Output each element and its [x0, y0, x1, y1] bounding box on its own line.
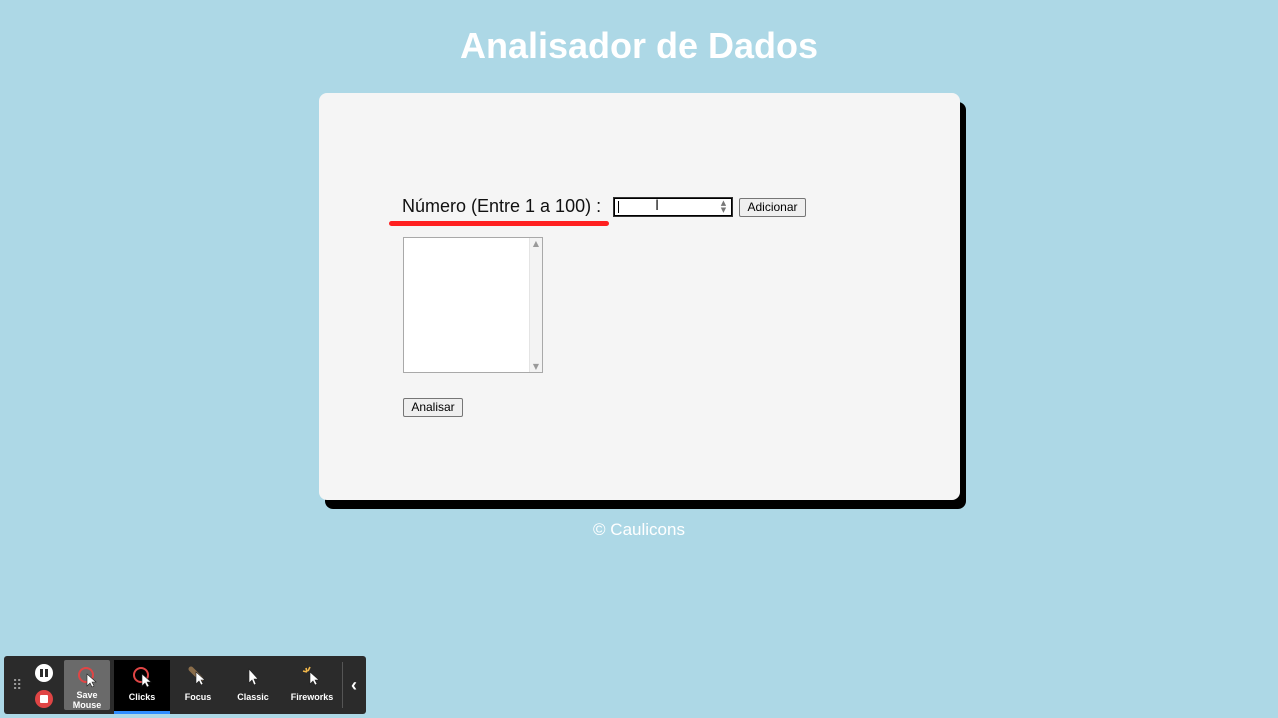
listbox-scrollbar[interactable]: ▲ ▼ [529, 238, 542, 372]
stop-icon[interactable] [35, 690, 53, 708]
chevron-left-icon[interactable]: ‹ [346, 672, 362, 698]
tool-classic[interactable]: Classic [226, 660, 280, 714]
label-underline-annotation [389, 221, 609, 226]
drag-handle-icon[interactable]: ⠿ [12, 676, 24, 694]
ibeam-cursor-icon: I [655, 198, 660, 214]
tool-label: Classic [237, 692, 269, 702]
arrow-cursor-icon [248, 668, 259, 686]
click-ring-icon [133, 667, 152, 688]
scroll-down-icon[interactable]: ▼ [530, 362, 542, 371]
spotlight-cursor-icon [188, 666, 206, 686]
tool-save-mouse[interactable]: Save Mouse [64, 660, 110, 710]
scroll-up-icon[interactable]: ▲ [530, 239, 542, 248]
sparkle-cursor-icon [302, 666, 320, 686]
number-input[interactable]: I ▲ ▼ [613, 197, 733, 217]
number-label: Número (Entre 1 a 100) : [402, 196, 602, 216]
footer-copyright: © Caulicons [593, 520, 685, 539]
tool-label: Focus [184, 692, 212, 702]
pause-icon[interactable] [35, 664, 53, 682]
analyzer-card: Número (Entre 1 a 100) : I ▲ ▼ Adicionar … [319, 93, 960, 500]
values-listbox[interactable]: ▲ ▼ [403, 237, 543, 373]
number-spinner[interactable]: ▲ ▼ [719, 200, 728, 214]
add-button[interactable]: Adicionar [739, 198, 806, 217]
cursor-ring-icon [78, 667, 97, 688]
page-title: Analisador de Dados [459, 25, 819, 66]
tool-clicks[interactable]: Clicks [114, 660, 170, 714]
toolbar-divider [342, 662, 343, 708]
tool-label: Save Mouse [72, 690, 102, 710]
tool-focus[interactable]: Focus [172, 660, 224, 714]
text-caret [618, 201, 619, 213]
recorder-toolbar: ⠿ Save Mouse Clicks Focus Classic Firewo… [4, 656, 366, 714]
tool-label: Fireworks [290, 692, 334, 702]
tool-label: Clicks [128, 692, 156, 702]
tool-fireworks[interactable]: Fireworks [284, 660, 340, 714]
analyze-button[interactable]: Analisar [403, 398, 463, 417]
